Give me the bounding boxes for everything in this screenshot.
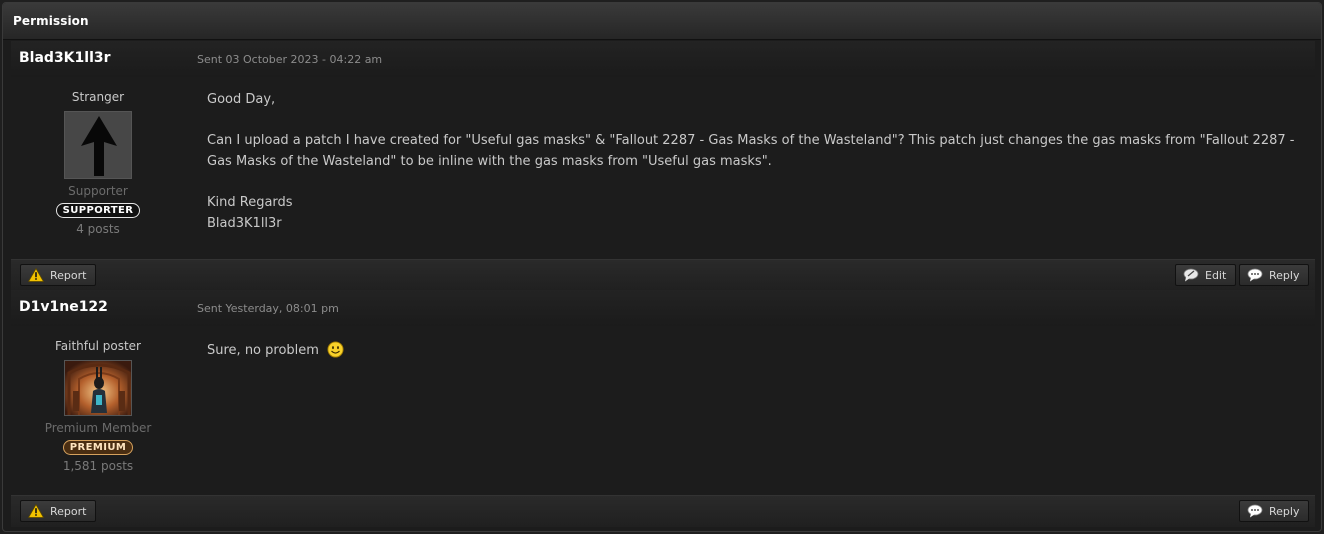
post-content: Sure, no problem: [207, 340, 1307, 361]
post-footer: Report Reply: [11, 495, 1315, 527]
wasteland-character-avatar: [65, 361, 131, 415]
author-name[interactable]: D1v1ne122: [19, 299, 108, 315]
reply-button[interactable]: Reply: [1239, 264, 1310, 286]
post-footer: Report Edit Reply: [11, 259, 1315, 291]
up-arrow-icon: [65, 112, 131, 178]
premium-badge: PREMIUM: [62, 440, 134, 455]
avatar[interactable]: [64, 360, 132, 416]
report-label: Report: [50, 504, 87, 518]
smiley-icon: [327, 341, 344, 358]
author-info: Stranger Supporter SUPPORTER 4 posts: [11, 90, 185, 236]
report-button[interactable]: Report: [20, 264, 97, 286]
author-name[interactable]: Blad3K1ll3r: [19, 50, 111, 66]
panel-title: Permission: [13, 14, 89, 28]
post-paragraph: Blad3K1ll3r: [207, 216, 282, 231]
post-date: Sent Yesterday, 08:01 pm: [197, 302, 339, 315]
post: Blad3K1ll3r Sent 03 October 2023 - 04:22…: [11, 41, 1315, 291]
post-content: Good Day, Can I upload a patch I have cr…: [207, 89, 1307, 234]
post-header: D1v1ne122 Sent Yesterday, 08:01 pm: [11, 290, 1315, 326]
member-group: Premium Member: [44, 421, 152, 435]
post-header: Blad3K1ll3r Sent 03 October 2023 - 04:22…: [11, 41, 1315, 77]
post-count[interactable]: 1,581 posts: [11, 459, 185, 473]
speech-bubble-icon: [1247, 268, 1263, 282]
supporter-badge: SUPPORTER: [55, 203, 141, 218]
post-paragraph: Sure, no problem: [207, 340, 1307, 361]
author-info: Faithful poster Premium Member PREMIUM 1…: [11, 339, 185, 473]
post-text: Sure, no problem: [207, 343, 319, 358]
rank-title: Faithful poster: [54, 339, 141, 353]
reply-label: Reply: [1269, 504, 1300, 518]
panel-header: Permission: [3, 3, 1321, 40]
reply-label: Reply: [1269, 268, 1300, 282]
post-paragraph: Can I upload a patch I have created for …: [207, 133, 1295, 169]
member-group: Supporter: [68, 184, 128, 198]
report-button[interactable]: Report: [20, 500, 97, 522]
post-paragraph: Good Day,: [207, 92, 276, 107]
warning-icon: [28, 268, 44, 282]
post-date: Sent 03 October 2023 - 04:22 am: [197, 53, 383, 66]
rank-title: Stranger: [71, 90, 125, 104]
warning-icon: [28, 504, 44, 518]
post: D1v1ne122 Sent Yesterday, 08:01 pm Faith…: [11, 290, 1315, 527]
report-label: Report: [50, 268, 87, 282]
reply-button[interactable]: Reply: [1239, 500, 1310, 522]
edit-button[interactable]: Edit: [1175, 264, 1237, 286]
edit-label: Edit: [1205, 268, 1227, 282]
edit-bubble-icon: [1183, 268, 1199, 282]
message-panel: Permission Blad3K1ll3r Sent 03 October 2…: [2, 2, 1322, 532]
post-paragraph: Kind Regards: [207, 195, 293, 210]
speech-bubble-icon: [1247, 504, 1263, 518]
avatar[interactable]: [64, 111, 132, 179]
post-count[interactable]: 4 posts: [11, 222, 185, 236]
